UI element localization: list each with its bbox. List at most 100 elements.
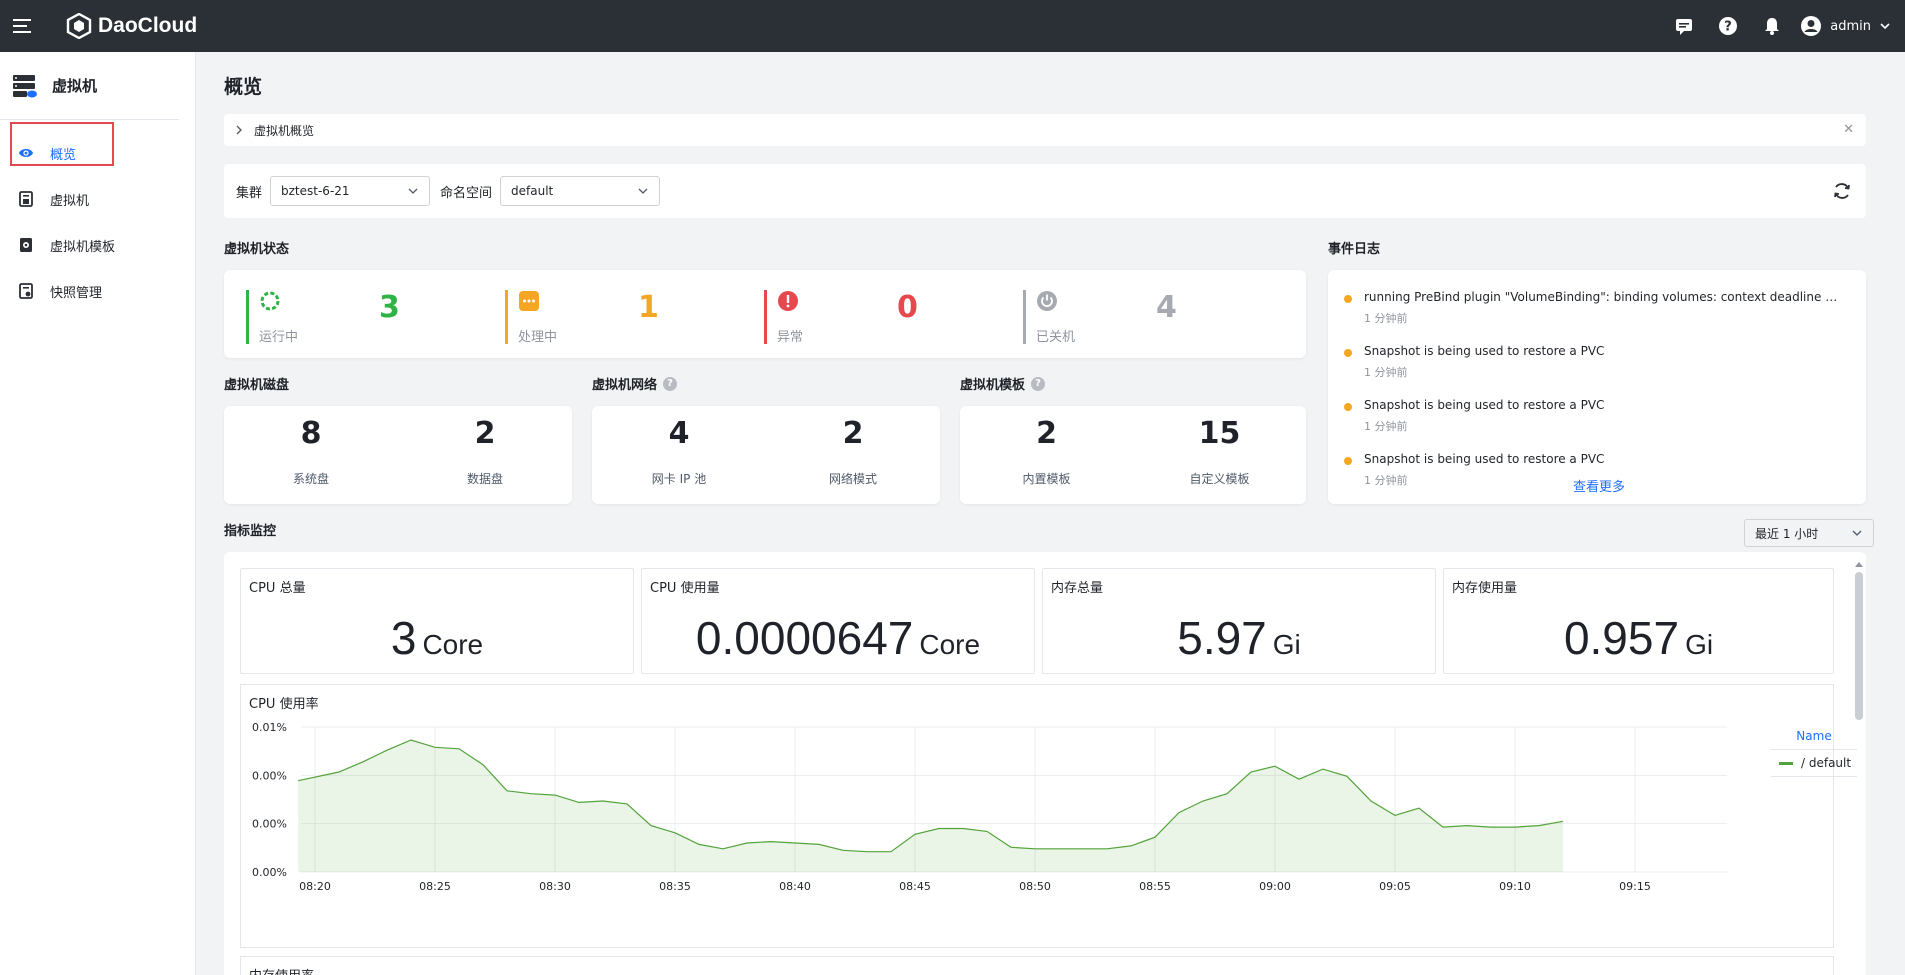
series-area bbox=[298, 740, 1564, 872]
status-running-label: 运行中 bbox=[259, 330, 299, 345]
cluster-select[interactable]: bztest-6-21 bbox=[270, 176, 431, 206]
network-mode-label: 网络模式 bbox=[828, 472, 877, 486]
nic-ip-pool-label: 网卡 IP 池 bbox=[651, 472, 707, 486]
metric-value: 3 bbox=[390, 612, 417, 664]
chevron-down-icon bbox=[638, 188, 648, 194]
network-mode-stat[interactable]: 2 网络模式 bbox=[766, 406, 940, 504]
event-log-card: running PreBind plugin "VolumeBinding": … bbox=[1328, 270, 1866, 504]
status-running[interactable]: 3 运行中 bbox=[246, 290, 486, 345]
namespace-value: default bbox=[511, 184, 554, 198]
running-icon bbox=[260, 291, 280, 311]
status-stopped[interactable]: 4 已关机 bbox=[1023, 290, 1263, 345]
y-tick-label: 0.00% bbox=[252, 866, 287, 879]
data-disk-count: 2 bbox=[474, 416, 496, 451]
status-error[interactable]: 0 异常 bbox=[764, 290, 1004, 345]
page-title: 概览 bbox=[224, 76, 263, 98]
legend-title: Name bbox=[1771, 729, 1857, 750]
menu-icon[interactable] bbox=[0, 0, 44, 52]
y-tick-label: 0.00% bbox=[252, 818, 287, 831]
user-menu[interactable]: admin bbox=[1800, 15, 1891, 37]
vm-network-title: 虚拟机网络 ? bbox=[592, 374, 678, 393]
status-stopped-label: 已关机 bbox=[1036, 330, 1076, 345]
network-mode-count: 2 bbox=[842, 416, 864, 451]
status-processing[interactable]: 1 处理中 bbox=[505, 290, 745, 345]
sidebar-item-vm[interactable]: 虚拟机 bbox=[0, 176, 195, 222]
chevron-down-icon bbox=[1880, 23, 1890, 30]
help-icon[interactable]: ? bbox=[1031, 376, 1046, 391]
cluster-label: 集群 bbox=[236, 185, 263, 201]
metric-unit: Core bbox=[422, 629, 484, 660]
scroll-up-icon[interactable] bbox=[1854, 560, 1864, 568]
system-disk-stat[interactable]: 8 系统盘 bbox=[224, 406, 398, 504]
event-time: 1 分钟前 bbox=[1364, 420, 1408, 433]
x-tick-label: 08:25 bbox=[419, 880, 451, 893]
cpu-total-card: CPU 总量 3 Core bbox=[240, 568, 634, 674]
refresh-icon[interactable] bbox=[1832, 181, 1852, 205]
vm-network-card: 4 网卡 IP 池 2 网络模式 bbox=[592, 406, 940, 504]
vm-template-title: 虚拟机模板 ? bbox=[960, 374, 1046, 393]
help-icon[interactable]: ? bbox=[1706, 0, 1750, 52]
template-icon bbox=[18, 237, 34, 253]
breadcrumb-label: 虚拟机概览 bbox=[254, 123, 315, 138]
chevron-down-icon bbox=[408, 188, 418, 194]
event-dot bbox=[1344, 457, 1352, 465]
metric-unit: Gi bbox=[1685, 629, 1714, 660]
metric-unit: Gi bbox=[1272, 629, 1301, 660]
event-time: 1 分钟前 bbox=[1364, 366, 1408, 379]
memory-total-card: 内存总量 5.97 Gi bbox=[1042, 568, 1436, 674]
x-tick-label: 08:45 bbox=[899, 880, 931, 893]
close-icon[interactable]: ✕ bbox=[1843, 122, 1854, 137]
event-time: 1 分钟前 bbox=[1364, 312, 1408, 325]
event-text: running PreBind plugin "VolumeBinding": … bbox=[1364, 290, 1844, 304]
status-processing-label: 处理中 bbox=[518, 330, 558, 345]
daocloud-logo-icon bbox=[66, 13, 92, 39]
x-tick-label: 08:55 bbox=[1139, 880, 1171, 893]
namespace-label: 命名空间 bbox=[440, 185, 493, 201]
status-error-label: 异常 bbox=[777, 330, 804, 345]
event-dot bbox=[1344, 295, 1352, 303]
bell-icon[interactable] bbox=[1750, 0, 1794, 52]
chevron-right-icon[interactable] bbox=[234, 125, 244, 135]
system-disk-count: 8 bbox=[300, 416, 322, 451]
metrics-panel: CPU 总量 3 Core CPU 使用量 0.0000647 Core 内存总量 … bbox=[224, 552, 1866, 975]
time-range-select[interactable]: 最近 1 小时 bbox=[1744, 519, 1874, 547]
snapshot-icon bbox=[18, 283, 34, 299]
cluster-value: bztest-6-21 bbox=[281, 184, 350, 198]
namespace-select[interactable]: default bbox=[500, 176, 661, 206]
x-tick-label: 09:10 bbox=[1499, 880, 1531, 893]
see-more-link[interactable]: 查看更多 bbox=[1328, 476, 1866, 495]
message-icon[interactable] bbox=[1662, 0, 1706, 52]
chevron-down-icon bbox=[1852, 530, 1862, 536]
vm-status-card: 3 运行中 1 处理中 0 异常 4 已关机 bbox=[224, 270, 1306, 358]
vm-icon bbox=[18, 191, 34, 207]
vm-module-icon bbox=[13, 74, 37, 97]
monitor-title: 指标监控 bbox=[224, 524, 277, 539]
help-icon[interactable]: ? bbox=[663, 376, 678, 391]
scrollbar-thumb[interactable] bbox=[1855, 572, 1863, 720]
builtin-template-stat[interactable]: 2 内置模板 bbox=[960, 406, 1133, 504]
y-tick-label: 0.01% bbox=[252, 721, 287, 734]
data-disk-stat[interactable]: 2 数据盘 bbox=[398, 406, 572, 504]
processing-icon bbox=[519, 291, 539, 311]
status-stopped-count: 4 bbox=[1156, 290, 1177, 325]
custom-template-stat[interactable]: 15 自定义模板 bbox=[1133, 406, 1306, 504]
metric-title: CPU 总量 bbox=[249, 581, 306, 596]
x-tick-label: 09:15 bbox=[1619, 880, 1651, 893]
chart-title: 内存使用率 bbox=[249, 965, 314, 975]
power-off-icon bbox=[1037, 291, 1057, 311]
brand-logo[interactable]: DaoCloud bbox=[66, 13, 197, 39]
scrollbar[interactable] bbox=[1854, 560, 1864, 970]
nic-ip-pool-stat[interactable]: 4 网卡 IP 池 bbox=[592, 406, 766, 504]
x-tick-label: 08:50 bbox=[1019, 880, 1051, 893]
metric-title: CPU 使用量 bbox=[650, 581, 720, 596]
cpu-usage-chart: CPU 使用率 0.01% 0.00% 0.00% 0.00% 08:20 08:25 08… bbox=[240, 684, 1857, 948]
sidebar-item-snapshot[interactable]: 快照管理 bbox=[0, 268, 195, 314]
x-tick-label: 08:30 bbox=[539, 880, 571, 893]
breadcrumb[interactable]: 虚拟机概览 ✕ bbox=[224, 114, 1866, 146]
sidebar: 虚拟机 概览 虚拟机 虚拟机模板 快照管理 bbox=[0, 52, 196, 975]
x-tick-label: 09:00 bbox=[1259, 880, 1291, 893]
legend-item[interactable]: / default bbox=[1771, 750, 1857, 777]
legend-swatch bbox=[1779, 761, 1793, 765]
sidebar-item-vm-template[interactable]: 虚拟机模板 bbox=[0, 222, 195, 268]
user-avatar-icon bbox=[1801, 16, 1822, 36]
